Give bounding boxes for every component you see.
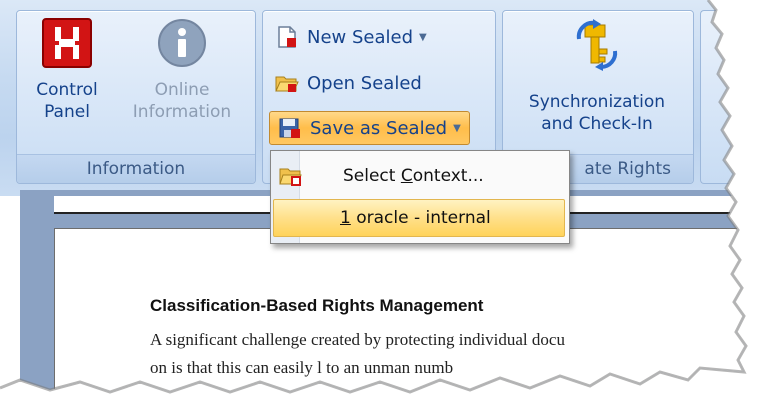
screenshot-stage: Control Panel Online Information Informa… — [0, 0, 763, 396]
torn-edge-shadow — [0, 0, 748, 394]
